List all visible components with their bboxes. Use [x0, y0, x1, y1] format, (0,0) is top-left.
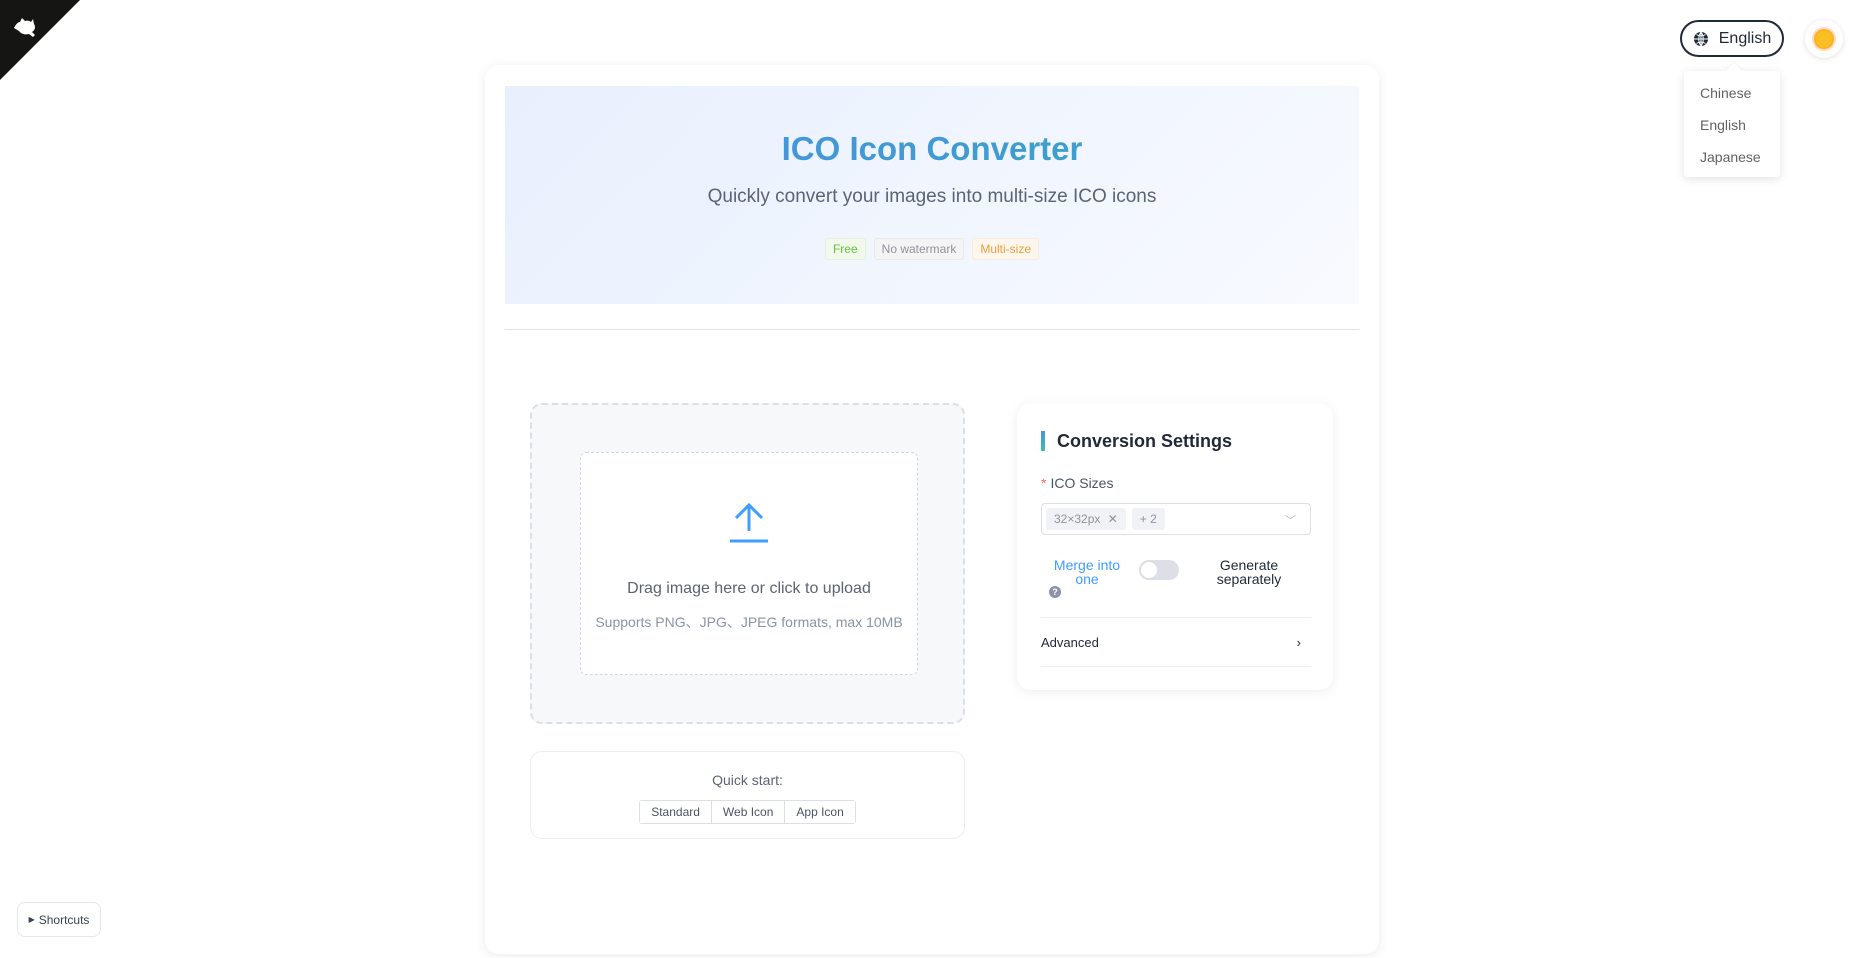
ico-sizes-label: * ICO Sizes — [1041, 475, 1113, 491]
language-option-japanese[interactable]: Japanese — [1684, 141, 1780, 173]
globe-icon — [1693, 31, 1708, 46]
size-chip-label: 32×32px — [1054, 512, 1101, 526]
ico-sizes-select[interactable]: 32×32px ✕ + 2 ﹀ — [1041, 503, 1311, 535]
merge-mode-toggle[interactable] — [1139, 560, 1179, 580]
sun-icon — [1814, 29, 1834, 49]
size-chip: 32×32px ✕ — [1046, 508, 1126, 530]
advanced-collapse[interactable]: Advanced › — [1041, 617, 1311, 667]
tag-no-watermark: No watermark — [873, 238, 965, 260]
upload-icon — [730, 502, 768, 543]
close-icon[interactable]: ✕ — [1108, 512, 1118, 526]
shortcuts-button[interactable]: ▶ Shortcuts — [17, 902, 101, 937]
language-dropdown: Chinese English Japanese — [1684, 71, 1780, 177]
ico-sizes-label-text: ICO Sizes — [1050, 475, 1114, 491]
upload-hint: Supports PNG、JPG、JPEG formats, max 10MB — [595, 614, 903, 630]
merge-into-one-label[interactable]: Merge into one — [1047, 558, 1127, 586]
quick-start-app-icon-button[interactable]: App Icon — [785, 801, 855, 823]
quick-start-label: Quick start: — [712, 772, 783, 788]
settings-title: Conversion Settings — [1041, 431, 1233, 451]
quick-start-web-icon-button[interactable]: Web Icon — [711, 801, 786, 823]
chevron-right-icon: › — [1296, 634, 1301, 650]
quick-start-panel: Quick start: Standard Web Icon App Icon — [530, 751, 965, 839]
language-option-english[interactable]: English — [1684, 109, 1780, 141]
generate-separately-label[interactable]: Generate separately — [1199, 558, 1299, 586]
chevron-down-icon: ﹀ — [1285, 515, 1296, 527]
upload-dropzone[interactable]: Drag image here or click to upload Suppo… — [530, 403, 965, 724]
divider — [505, 329, 1359, 330]
conversion-settings-panel: Conversion Settings * ICO Sizes 32×32px ✕… — [1017, 403, 1333, 690]
upload-prompt: Drag image here or click to upload — [627, 580, 871, 597]
triangle-right-icon: ▶ — [28, 915, 35, 924]
shortcuts-label: Shortcuts — [38, 912, 90, 927]
more-sizes-chip: + 2 — [1131, 508, 1165, 530]
language-selector-button[interactable]: English — [1680, 20, 1784, 57]
page-title: ICO Icon Converter — [505, 130, 1359, 168]
quick-start-standard-button[interactable]: Standard — [640, 801, 712, 823]
tag-free: Free — [824, 238, 866, 260]
help-icon[interactable]: ? — [1049, 586, 1061, 598]
language-current: English — [1718, 29, 1772, 47]
required-mark: * — [1041, 475, 1047, 491]
hero-banner: ICO Icon Converter Quickly convert your … — [505, 86, 1359, 304]
language-option-chinese[interactable]: Chinese — [1684, 77, 1780, 109]
tag-multi-size: Multi-size — [972, 238, 1040, 260]
page-subtitle: Quickly convert your images into multi-s… — [707, 186, 1157, 207]
github-corner-icon[interactable] — [0, 0, 80, 80]
theme-toggle-button[interactable] — [1805, 20, 1843, 58]
upload-area[interactable]: Drag image here or click to upload Suppo… — [580, 452, 918, 675]
advanced-label: Advanced — [1041, 634, 1099, 650]
